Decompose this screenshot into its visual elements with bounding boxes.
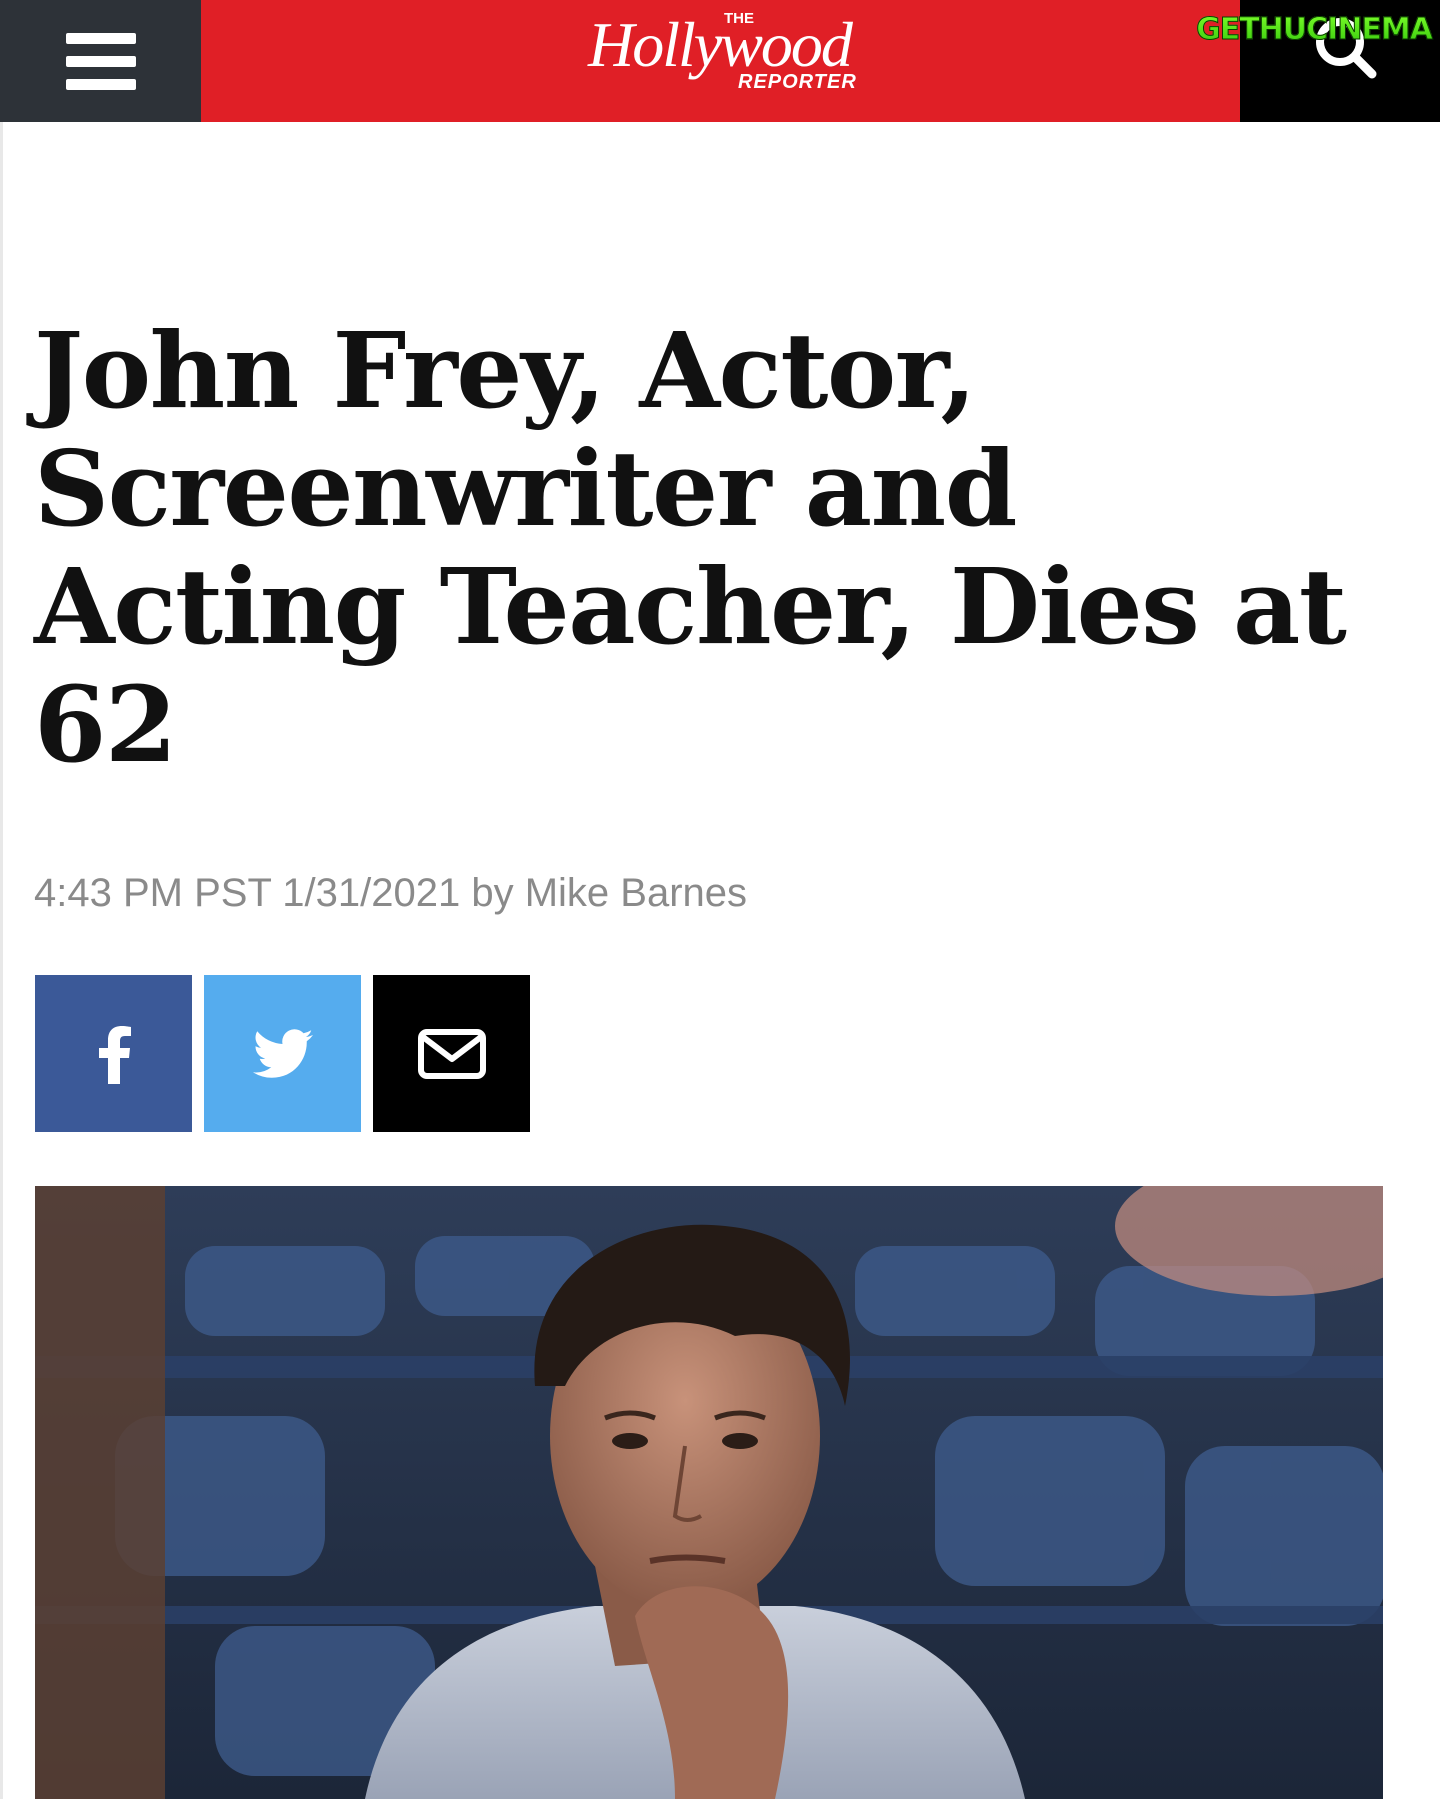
envelope-icon: [417, 1028, 486, 1079]
watermark-text: GETHUCINEMA: [1196, 12, 1434, 48]
article-hero-image: [35, 1186, 1383, 1799]
twitter-bird-icon: [252, 1028, 313, 1078]
site-header: THE Hollywood REPORTER GETHUCINEMA: [0, 0, 1440, 122]
share-facebook-button[interactable]: [35, 975, 192, 1132]
byline-prefix: by: [471, 871, 514, 915]
site-logo[interactable]: THE Hollywood REPORTER: [586, 6, 906, 91]
brand-bar: THE Hollywood REPORTER: [201, 0, 1240, 122]
article-timestamp: 4:43 PM PST 1/31/2021: [34, 871, 461, 915]
article-headline: John Frey, Actor, Screenwriter and Actin…: [34, 309, 1347, 786]
page-edge-rule: [0, 122, 3, 1799]
logo-reporter: REPORTER: [738, 71, 857, 91]
article-meta: 4:43 PM PST 1/31/2021 by Mike Barnes: [34, 871, 747, 916]
share-email-button[interactable]: [373, 975, 530, 1132]
share-twitter-button[interactable]: [204, 975, 361, 1132]
facebook-icon: [98, 1025, 131, 1084]
hamburger-menu-icon-line: [65, 78, 136, 90]
hero-photo-portrait: [35, 1186, 1383, 1799]
article-author[interactable]: Mike Barnes: [525, 871, 747, 915]
hamburger-menu-icon: [65, 32, 136, 44]
hamburger-menu-icon-line: [65, 55, 136, 67]
menu-button[interactable]: [0, 0, 201, 122]
logo-hollywood: Hollywood: [587, 9, 854, 80]
